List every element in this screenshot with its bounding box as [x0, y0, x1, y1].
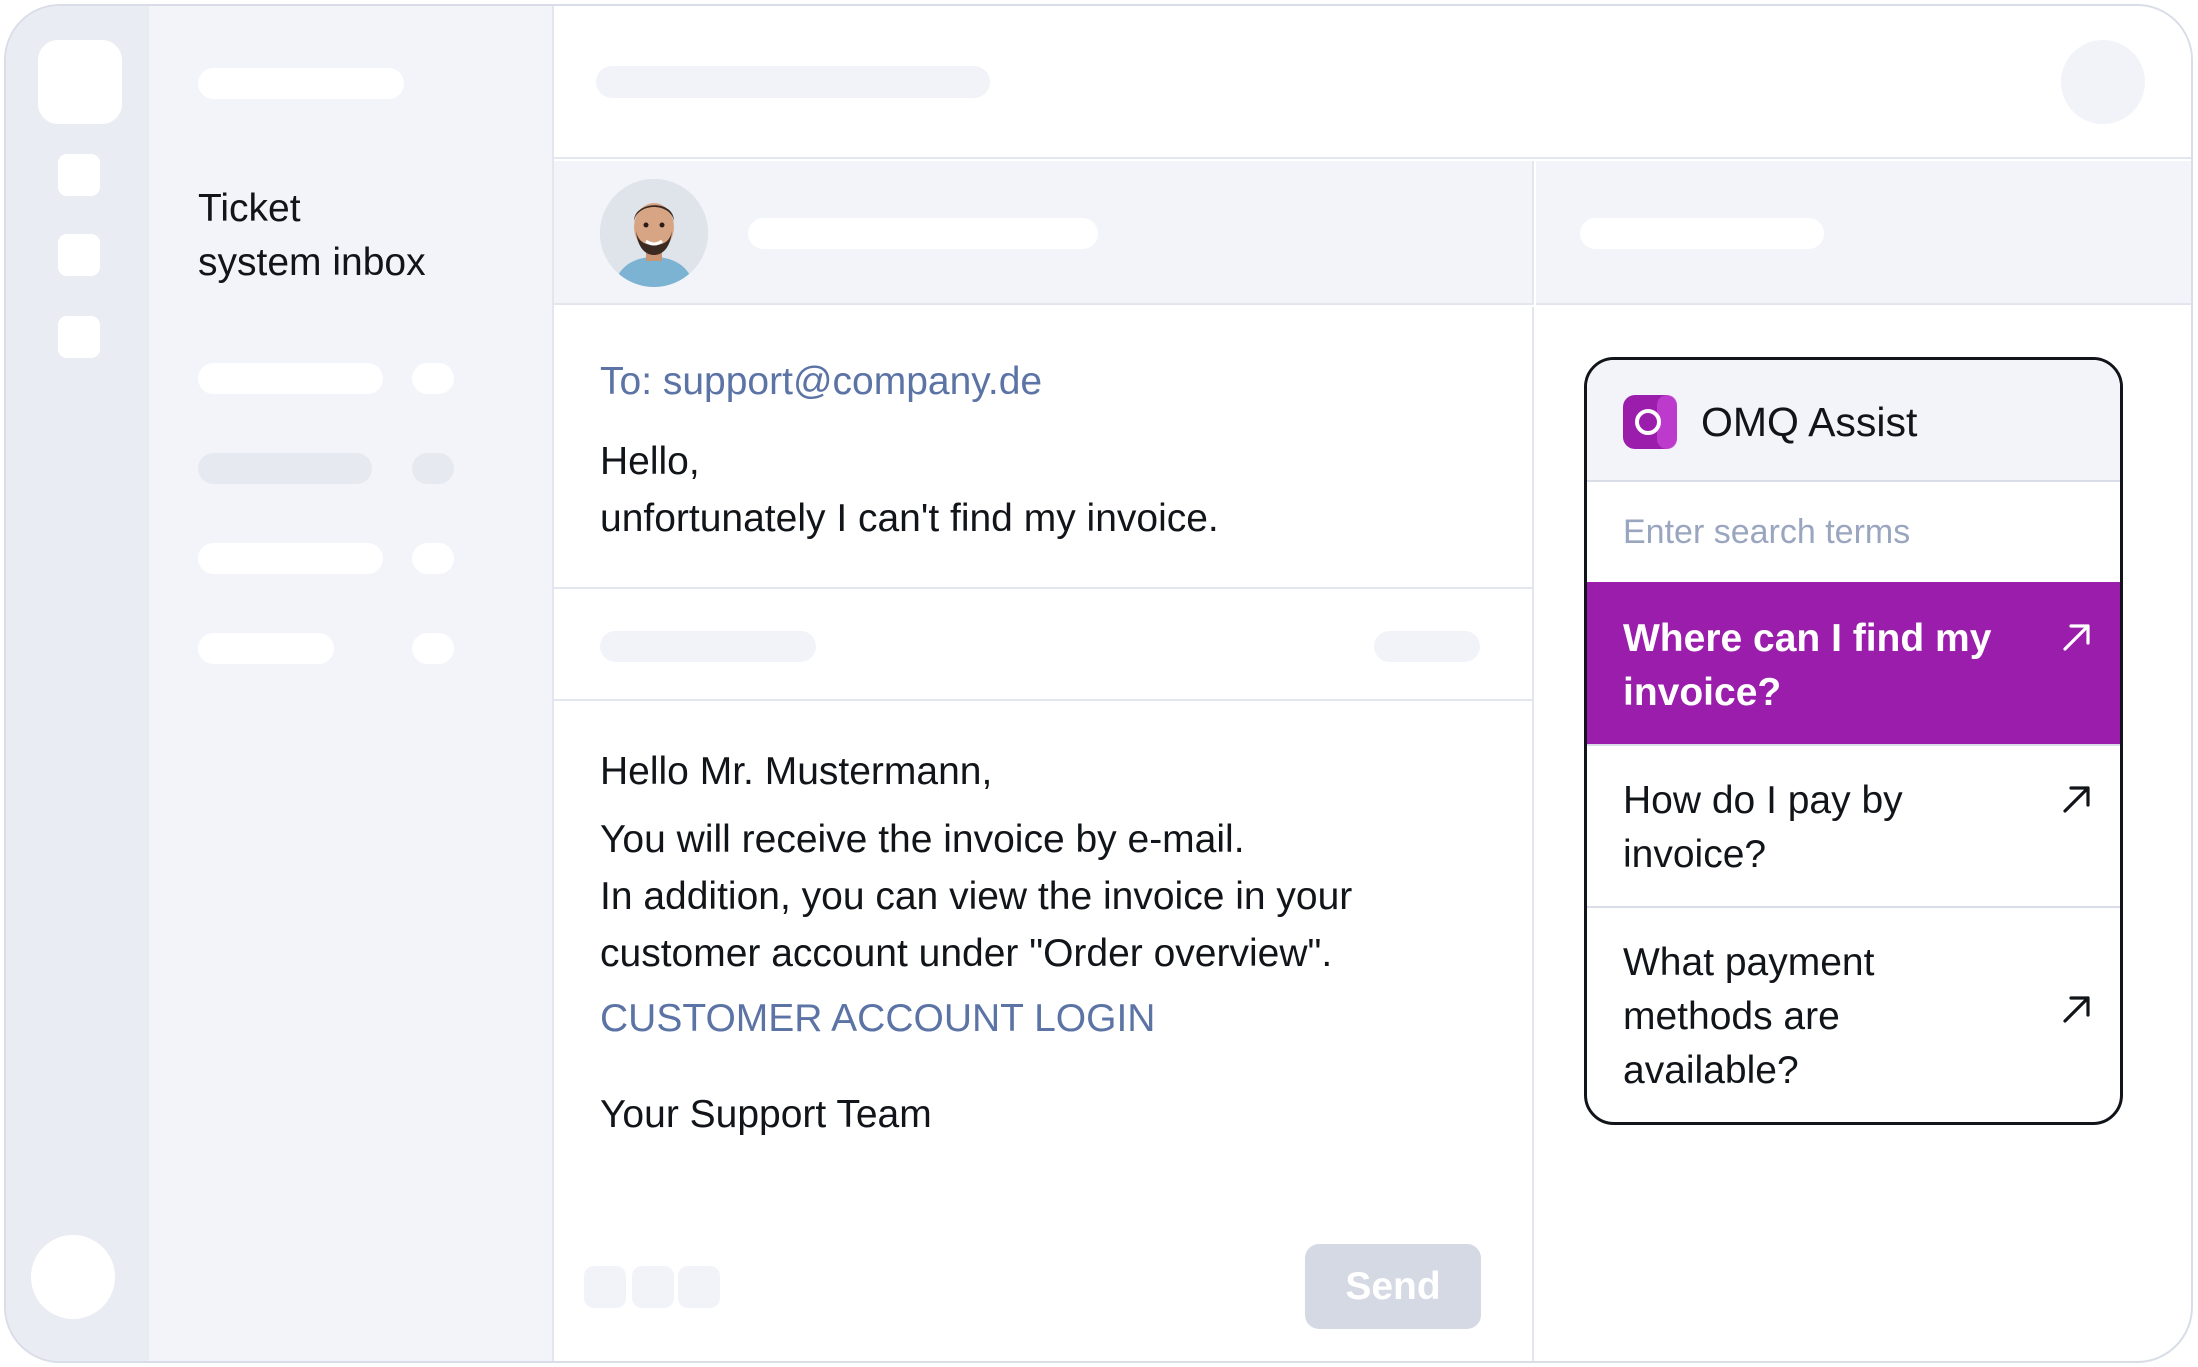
app-logo-placeholder[interactable]	[38, 40, 122, 124]
arrow-up-right-icon	[2063, 996, 2090, 1023]
sender-avatar	[600, 179, 708, 287]
nav-item-placeholder-4[interactable]	[198, 633, 334, 664]
rail-nav-icon-2[interactable]	[58, 234, 100, 276]
recipient-line: To: support@company.de	[600, 360, 1043, 403]
send-button[interactable]: Send	[1305, 1244, 1481, 1329]
incoming-message: To: support@company.de Hello, unfortunat…	[554, 307, 1532, 589]
assist-title: OMQ Assist	[1701, 399, 1918, 445]
nav-item-count-placeholder-2	[412, 453, 454, 484]
omq-assist-widget: OMQ Assist Where can I find my invoice? …	[1584, 357, 2123, 1125]
assist-suggestion-3[interactable]: What payment methods are available?	[1587, 906, 2120, 1122]
reply-subject-placeholder	[600, 631, 816, 662]
sender-photo-icon	[600, 179, 708, 287]
incoming-message-text: Hello, unfortunately I can't find my inv…	[600, 440, 1219, 540]
format-tool-3[interactable]	[678, 1266, 720, 1308]
omq-logo-icon	[1623, 395, 1677, 449]
format-tool-1[interactable]	[584, 1266, 626, 1308]
rail-nav-icon-3[interactable]	[58, 316, 100, 358]
reply-signature: Your Support Team	[600, 1093, 932, 1136]
user-avatar-placeholder[interactable]	[31, 1235, 115, 1319]
sender-name-placeholder	[748, 218, 1098, 249]
search-bar-placeholder[interactable]	[596, 66, 990, 98]
reply-toolbar	[554, 591, 1532, 701]
format-tool-2[interactable]	[632, 1266, 674, 1308]
assist-header: OMQ Assist	[1587, 360, 2120, 482]
customer-account-login-link[interactable]: CUSTOMER ACCOUNT LOGIN	[600, 994, 1500, 1044]
nav-title: Ticket system inbox	[198, 187, 426, 284]
side-panel-title-placeholder	[1580, 218, 1824, 249]
nav-column: Ticket system inbox	[149, 6, 554, 1361]
nav-item-count-placeholder-1	[412, 363, 454, 394]
profile-circle-placeholder[interactable]	[2061, 40, 2145, 124]
nav-item-placeholder-3[interactable]	[198, 543, 383, 574]
arrow-up-right-icon	[2063, 624, 2090, 651]
nav-item-count-placeholder-4	[412, 633, 454, 664]
left-rail	[6, 6, 149, 1361]
nav-item-placeholder-2[interactable]	[198, 453, 372, 484]
reply-text: You will receive the invoice by e-mail. …	[600, 818, 1353, 975]
side-panel-header	[1536, 161, 2191, 305]
email-header	[554, 161, 1534, 305]
nav-header-placeholder	[198, 68, 404, 99]
rail-nav-icon-1[interactable]	[58, 154, 100, 196]
assist-suggestion-1[interactable]: Where can I find my invoice?	[1587, 582, 2120, 744]
reply-greeting: Hello Mr. Mustermann,	[600, 750, 993, 793]
reply-editor[interactable]: Hello Mr. Mustermann, You will receive t…	[600, 747, 1500, 1140]
email-body: To: support@company.de Hello, unfortunat…	[554, 307, 1534, 1361]
top-bar	[554, 6, 2191, 159]
nav-item-count-placeholder-3	[412, 543, 454, 574]
assist-search-input[interactable]	[1587, 482, 2120, 582]
reply-meta-placeholder	[1374, 631, 1480, 662]
assist-suggestion-2[interactable]: How do I pay by invoice?	[1587, 744, 2120, 906]
arrow-up-right-icon	[2063, 786, 2090, 813]
nav-item-placeholder-1[interactable]	[198, 363, 383, 394]
